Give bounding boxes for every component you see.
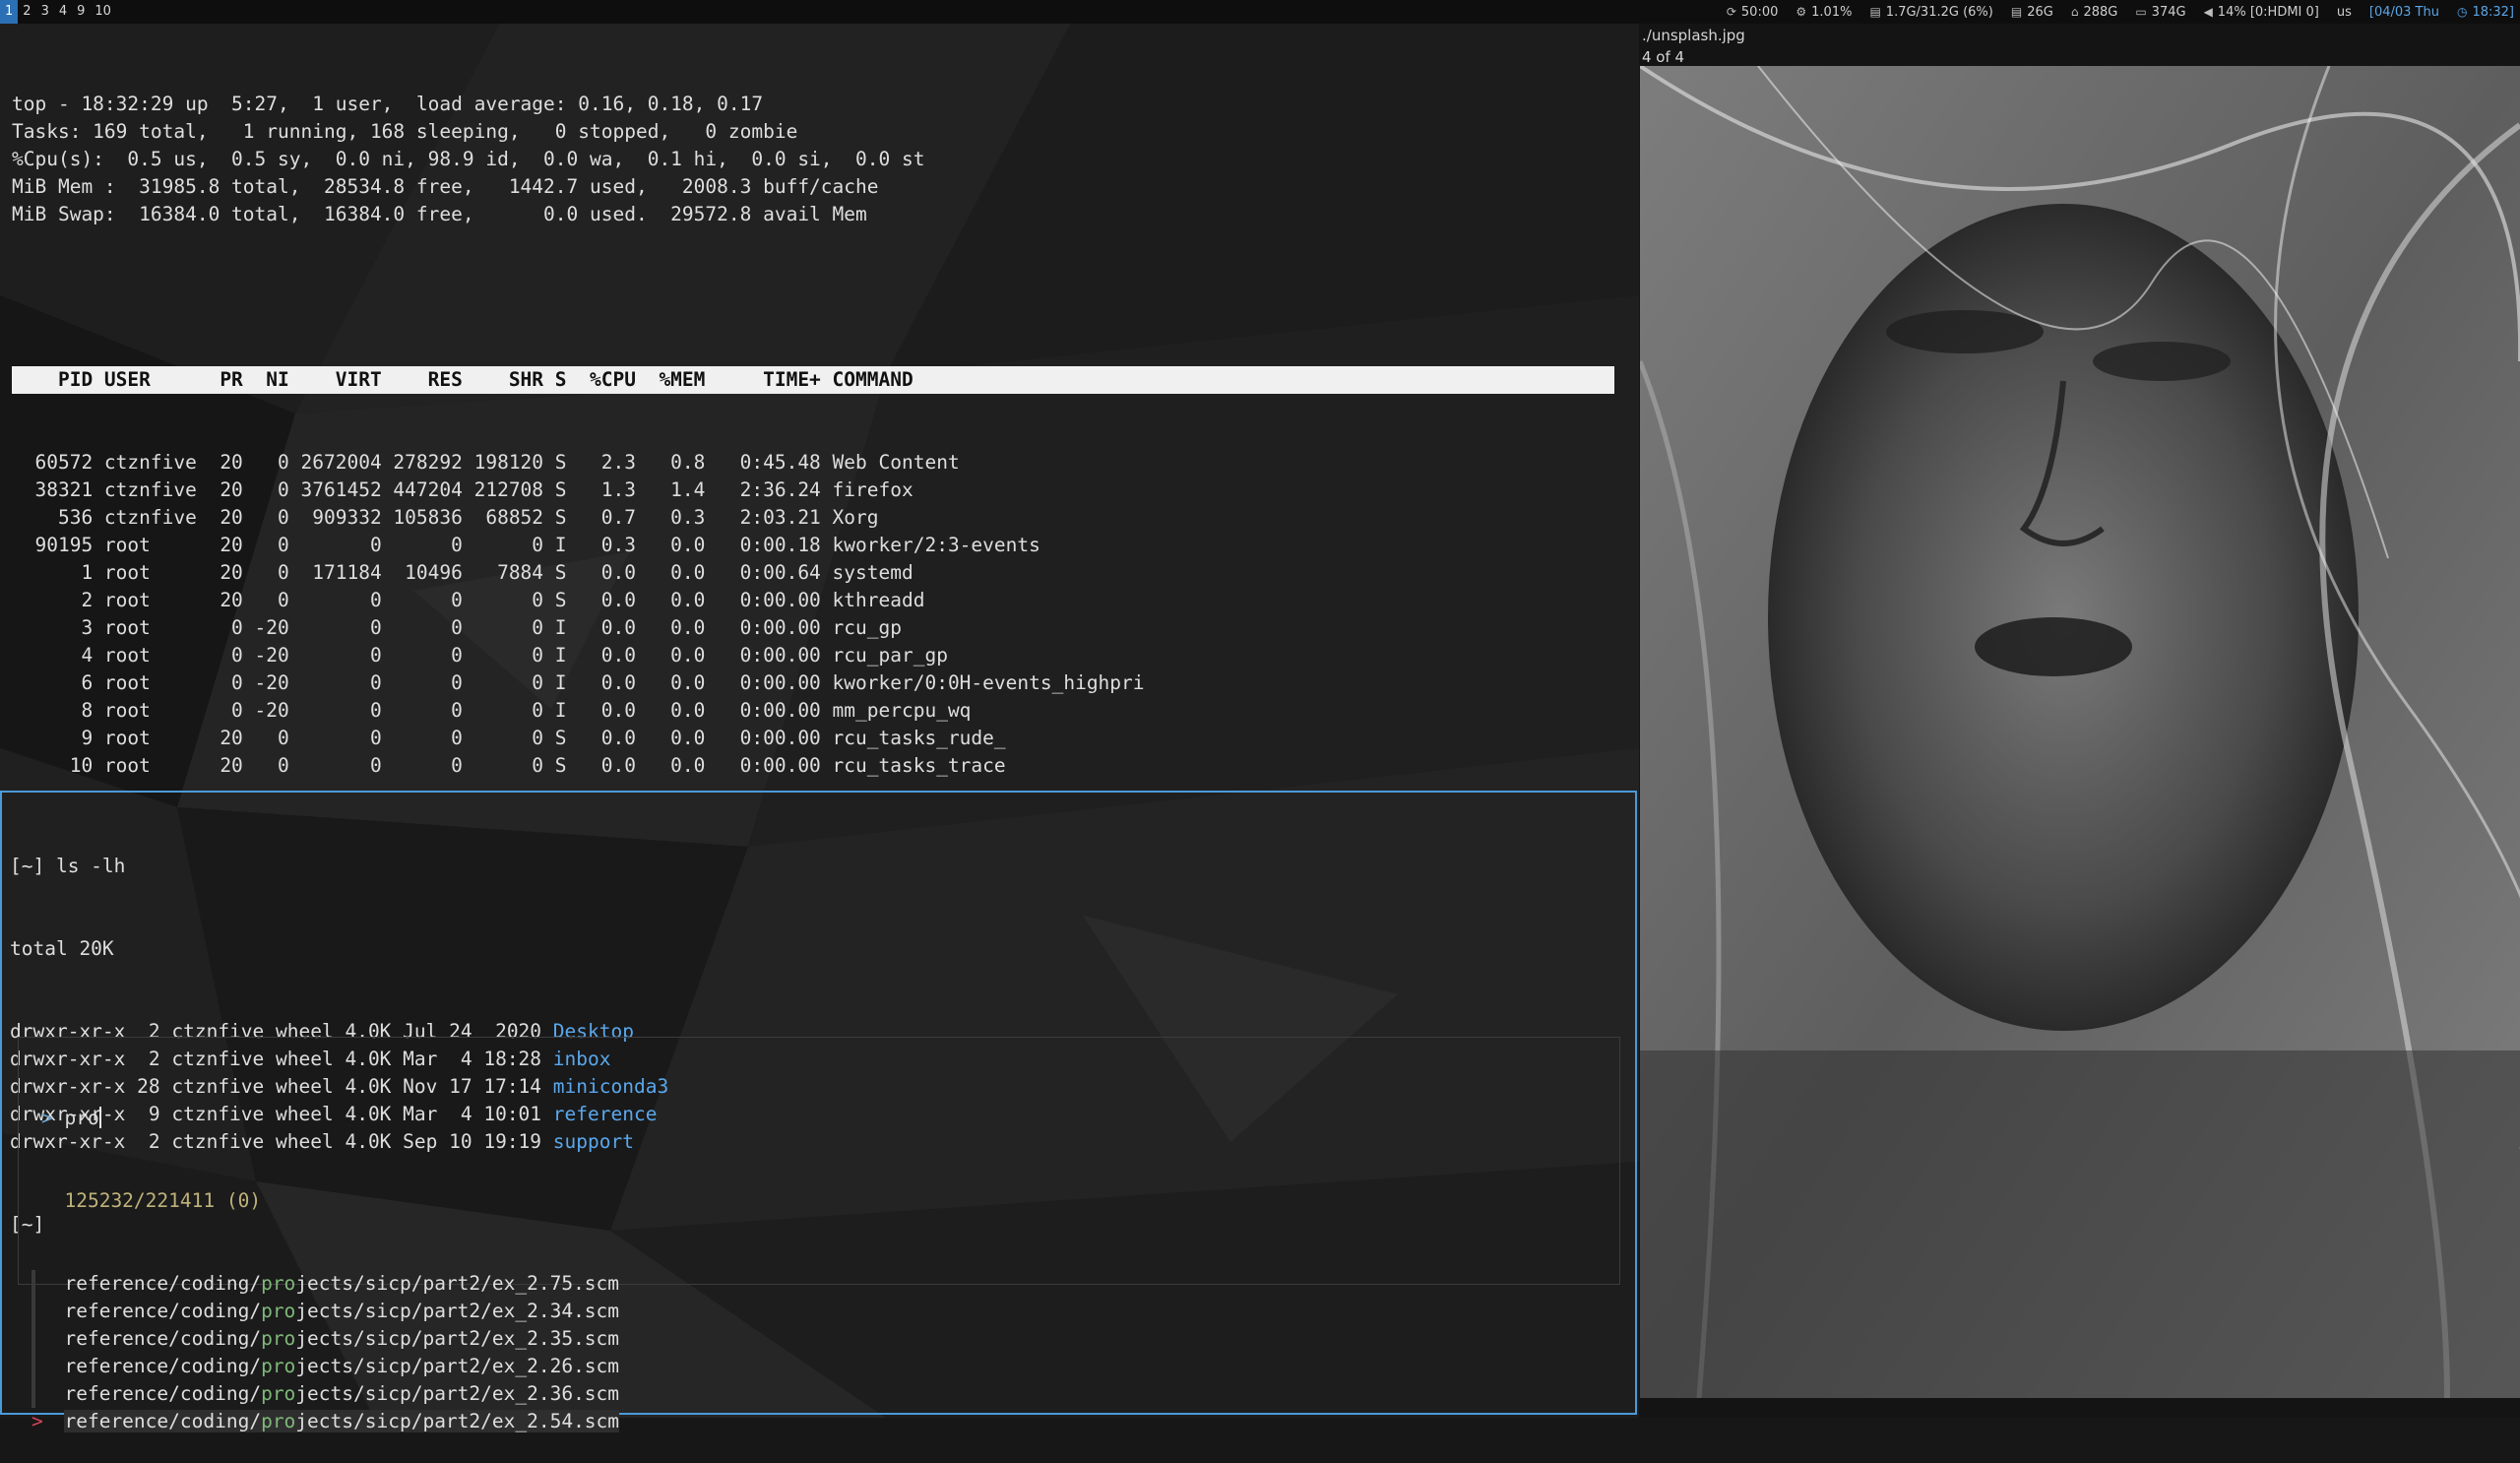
fzf-result[interactable]: reference/coding/projects/sicp/part2/ex_…: [32, 1353, 1606, 1380]
viewer-photo: [1640, 66, 2520, 1398]
drive-icon: ▭: [2135, 5, 2147, 19]
process-row: 1 root 20 0 171184 10496 7884 S 0.0 0.0 …: [12, 561, 914, 584]
speaker-icon: ◀: [2203, 5, 2213, 19]
keyboard-layout-block[interactable]: us: [2337, 5, 2352, 20]
path-prefix: reference/coding/: [64, 1382, 262, 1405]
path-match: pro: [261, 1272, 296, 1295]
fzf-result-path: reference/coding/projects/sicp/part2/ex_…: [64, 1272, 619, 1295]
time-block: ◷ 18:32]: [2456, 4, 2514, 20]
process-row: 3 root 0 -20 0 0 0 I 0.0 0.0 0:00.00 rcu…: [12, 616, 902, 639]
memory-icon: ▤: [1869, 5, 1881, 19]
fzf-gutter: [32, 1380, 41, 1408]
process-row: 11 root 20 0 0 0 0 S 0.0 0.0 0:00.02 kso…: [12, 780, 1616, 784]
top-summary-line: Tasks: 169 total, 1 running, 168 sleepin…: [12, 120, 798, 143]
disk-data-block: ▭ 374G: [2135, 4, 2186, 20]
process-row: 8 root 0 -20 0 0 0 I 0.0 0.0 0:00.00 mm_…: [12, 699, 972, 722]
workspace-2[interactable]: 2: [18, 0, 35, 24]
top-summary-line: top - 18:32:29 up 5:27, 1 user, load ave…: [12, 93, 764, 115]
fzf-gutter: [32, 1298, 41, 1325]
ls-total: total 20K: [10, 937, 114, 960]
process-row: 9 root 20 0 0 0 0 S 0.0 0.0 0:00.00 rcu_…: [12, 727, 1006, 749]
workspace-1[interactable]: 1: [0, 0, 19, 24]
volume-block[interactable]: ◀ 14% [0:HDMI 0]: [2204, 5, 2319, 20]
path-match: pro: [261, 1410, 296, 1432]
top-summary-line: MiB Swap: 16384.0 total, 16384.0 free, 0…: [12, 203, 867, 225]
path-suffix: jects/sicp/part2/ex_2.36.scm: [295, 1382, 620, 1405]
memory-block: ▤ 1.7G/31.2G (6%): [1869, 4, 1993, 20]
gear-icon: ⚙: [1796, 5, 1807, 19]
path-suffix: jects/sicp/part2/ex_2.75.scm: [295, 1272, 620, 1295]
text-cursor: [98, 1107, 101, 1128]
image-position: 4 of 4: [1642, 48, 1685, 66]
path-match: pro: [261, 1300, 296, 1322]
process-row: 60572 ctznfive 20 0 2672004 278292 19812…: [12, 451, 960, 474]
fzf-gutter: [32, 1353, 41, 1380]
fzf-gutter: [32, 1270, 41, 1298]
process-row: 10 root 20 0 0 0 0 S 0.0 0.0 0:00.00 rcu…: [12, 754, 1006, 777]
cpu-block: ⚙ 1.01%: [1796, 4, 1853, 20]
process-row: 90195 root 20 0 0 0 0 I 0.3 0.0 0:00.18 …: [12, 534, 1040, 556]
top-summary: top - 18:32:29 up 5:27, 1 user, load ave…: [12, 91, 1616, 228]
process-table-header: PID USER PR NI VIRT RES SHR S %CPU %MEM …: [12, 366, 1614, 394]
fzf-result-path: reference/coding/projects/sicp/part2/ex_…: [64, 1300, 619, 1322]
home-icon: ⌂: [2070, 5, 2079, 19]
process-row: 536 ctznfive 20 0 909332 105836 68852 S …: [12, 506, 879, 529]
status-blocks: ⟳ 50:00 ⚙ 1.01% ▤ 1.7G/31.2G (6%) ▤ 26G ⌂ 288…: [1727, 0, 2514, 24]
workspace-3[interactable]: 3: [36, 0, 54, 24]
refresh-icon: ⟳: [1726, 5, 1736, 19]
disk-root-block: ▤ 26G: [2010, 4, 2053, 20]
fzf-result-path: reference/coding/projects/sicp/part2/ex_…: [64, 1410, 620, 1432]
date-block: [04/03 Thu: [2368, 4, 2439, 20]
path-suffix: jects/sicp/part2/ex_2.35.scm: [295, 1327, 620, 1350]
top-summary-line: MiB Mem : 31985.8 total, 28534.8 free, 1…: [12, 175, 879, 198]
path-suffix: jects/sicp/part2/ex_2.54.scm: [295, 1410, 620, 1432]
fzf-gutter: [32, 1325, 41, 1353]
fzf-result-path: reference/coding/projects/sicp/part2/ex_…: [64, 1355, 619, 1377]
path-match: pro: [261, 1327, 296, 1350]
updates-block: ⟳ 50:00: [1726, 4, 1779, 20]
path-suffix: jects/sicp/part2/ex_2.26.scm: [295, 1355, 620, 1377]
process-table: 60572 ctznfive 20 0 2672004 278292 19812…: [12, 449, 1616, 784]
path-suffix: jects/sicp/part2/ex_2.34.scm: [295, 1300, 620, 1322]
fzf-results: reference/coding/projects/sicp/part2/ex_…: [32, 1270, 1606, 1435]
fzf-query-input[interactable]: pro: [65, 1107, 99, 1129]
path-prefix: reference/coding/: [64, 1327, 262, 1350]
image-filename: ./unsplash.jpg: [1642, 27, 1745, 44]
fzf-result[interactable]: reference/coding/projects/sicp/part2/ex_…: [32, 1270, 1606, 1298]
fzf-selection-marker: >: [32, 1410, 43, 1432]
fzf-result[interactable]: reference/coding/projects/sicp/part2/ex_…: [32, 1325, 1606, 1353]
top-summary-line: %Cpu(s): 0.5 us, 0.5 sy, 0.0 ni, 98.9 id…: [12, 148, 925, 170]
workspace-9[interactable]: 9: [72, 0, 90, 24]
fzf-result-path: reference/coding/projects/sicp/part2/ex_…: [64, 1327, 619, 1350]
process-row: 6 root 0 -20 0 0 0 I 0.0 0.0 0:00.00 kwo…: [12, 671, 1145, 694]
fzf-result[interactable]: reference/coding/projects/sicp/part2/ex_…: [32, 1298, 1606, 1325]
status-bar: 1 2 3 4 9 10 ⟳ 50:00 ⚙ 1.01% ▤ 1.7G/31.2G (6%) ▤…: [0, 0, 2520, 24]
path-prefix: reference/coding/: [64, 1355, 262, 1377]
disk-home-block: ⌂ 288G: [2070, 4, 2118, 20]
workspace-4[interactable]: 4: [54, 0, 72, 24]
path-match: pro: [261, 1382, 296, 1405]
image-viewer-window[interactable]: ./unsplash.jpg 4 of 4: [1639, 24, 2520, 1418]
workspace-10[interactable]: 10: [90, 0, 116, 24]
fzf-prompt-arrow: >: [41, 1107, 53, 1129]
process-row: 38321 ctznfive 20 0 3761452 447204 21270…: [12, 478, 914, 501]
fzf-query-line[interactable]: > pro: [32, 1105, 1606, 1132]
path-prefix: reference/coding/: [64, 1410, 262, 1432]
fzf-finder[interactable]: > pro 125232/221411 (0) reference/coding…: [32, 1050, 1606, 1463]
clock-icon: ◷: [2456, 5, 2468, 19]
path-match: pro: [261, 1355, 296, 1377]
shell-command-line: [~] ls -lh: [10, 855, 126, 877]
fzf-selected-result[interactable]: > reference/coding/projects/sicp/part2/e…: [32, 1408, 1606, 1435]
process-row: 4 root 0 -20 0 0 0 I 0.0 0.0 0:00.00 rcu…: [12, 644, 948, 667]
disk-icon: ▤: [2010, 5, 2023, 19]
path-prefix: reference/coding/: [64, 1300, 262, 1322]
fzf-result-path: reference/coding/projects/sicp/part2/ex_…: [64, 1382, 619, 1405]
top-terminal[interactable]: top - 18:32:29 up 5:27, 1 user, load ave…: [12, 35, 1616, 784]
workspace-list: 1 2 3 4 9 10: [0, 0, 116, 24]
path-prefix: reference/coding/: [64, 1272, 262, 1295]
process-row: 2 root 20 0 0 0 0 S 0.0 0.0 0:00.00 kthr…: [12, 589, 925, 611]
fzf-match-count: 125232/221411 (0): [64, 1189, 262, 1212]
fzf-result[interactable]: reference/coding/projects/sicp/part2/ex_…: [32, 1380, 1606, 1408]
